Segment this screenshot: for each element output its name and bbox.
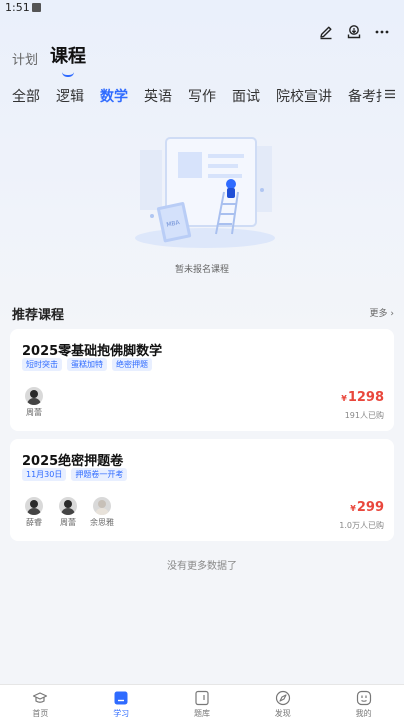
teacher: 周蕾 xyxy=(56,497,80,528)
subject-tab-all[interactable]: 全部 xyxy=(12,88,40,106)
course-tag: 押题卷一开考 xyxy=(71,468,128,481)
teacher-name: 周蕾 xyxy=(60,518,76,527)
avatar xyxy=(59,497,77,515)
discover-icon xyxy=(275,690,290,706)
subject-tab-interview[interactable]: 面试 xyxy=(232,88,260,106)
empty-state-text: 暂未报名课程 xyxy=(174,265,229,275)
currency-symbol: ¥ xyxy=(350,504,356,513)
nav-question-bank[interactable]: 题库 xyxy=(162,685,243,720)
tab-plan[interactable]: 计划 xyxy=(12,49,38,68)
more-link[interactable]: 更多 › xyxy=(370,306,394,319)
empty-state-illustration: MBA xyxy=(135,137,275,248)
subject-tabs: 全部逻辑数学英语写作面试院校宣讲备考指导 xyxy=(0,86,404,108)
course-tags: 11月30日 押题卷一开考 xyxy=(22,468,128,481)
subject-tab-english[interactable]: 英语 xyxy=(144,88,172,106)
avatar xyxy=(25,497,43,515)
more-icon[interactable] xyxy=(374,24,390,40)
course-title: 2025绝密押题卷 xyxy=(22,454,124,469)
course-price: ¥299 xyxy=(350,500,384,515)
graduation-cap-icon xyxy=(33,692,48,703)
nav-label: 首页 xyxy=(32,709,49,718)
recommended-header: 推荐课程 更多 › xyxy=(12,304,394,323)
course-tag: 短时突击 xyxy=(22,358,62,371)
nav-home[interactable]: 首页 xyxy=(0,685,81,720)
nav-label: 学习 xyxy=(113,709,130,718)
teacher: 余思雅 xyxy=(90,497,114,528)
teacher-name: 薛睿 xyxy=(26,518,42,527)
nav-discover[interactable]: 发现 xyxy=(242,685,323,720)
currency-symbol: ¥ xyxy=(341,394,347,403)
profile-icon xyxy=(356,690,371,706)
teacher-name: 余思雅 xyxy=(90,518,114,527)
buyer-count: 1.0万人已购 xyxy=(339,521,384,530)
notification-icon xyxy=(32,3,41,12)
course-card[interactable]: 2025零基础抱佛脚数学 短时突击 蛋糕加特 绝密押题 周蕾 ¥1298 191… xyxy=(10,329,394,431)
price-value: 1298 xyxy=(347,390,384,405)
course-tag: 绝密押题 xyxy=(112,358,152,371)
nav-label: 我的 xyxy=(355,709,372,718)
avatar xyxy=(93,497,111,515)
top-actions xyxy=(318,22,390,42)
section-title: 推荐课程 xyxy=(12,308,65,323)
buyer-count: 191人已购 xyxy=(344,411,384,420)
question-bank-icon xyxy=(195,690,209,706)
menu-icon[interactable] xyxy=(384,88,396,100)
subject-tab-logic[interactable]: 逻辑 xyxy=(56,88,84,106)
avatar xyxy=(25,387,43,405)
subject-tab-school-talks[interactable]: 院校宣讲 xyxy=(276,88,332,106)
no-more-data: 没有更多数据了 xyxy=(167,561,237,572)
course-tag: 蛋糕加特 xyxy=(67,358,107,371)
teacher-list: 薛睿 周蕾 余思雅 xyxy=(22,497,114,528)
teacher: 周蕾 xyxy=(22,387,46,418)
course-card[interactable]: 2025绝密押题卷 11月30日 押题卷一开考 薛睿 周蕾 余思雅 ¥299 1… xyxy=(10,439,394,541)
tab-courses[interactable]: 课程 xyxy=(50,42,87,77)
teacher: 薛睿 xyxy=(22,497,46,528)
course-tags: 短时突击 蛋糕加特 绝密押题 xyxy=(22,358,152,371)
course-tag: 11月30日 xyxy=(22,468,67,481)
price-value: 299 xyxy=(356,500,384,515)
nav-label: 发现 xyxy=(274,709,291,718)
nav-label: 题库 xyxy=(193,709,210,718)
edit-icon[interactable] xyxy=(318,24,334,40)
subject-tab-writing[interactable]: 写作 xyxy=(188,88,216,106)
study-icon xyxy=(114,691,128,705)
status-bar: 1:51 xyxy=(0,0,404,16)
teacher-name: 周蕾 xyxy=(26,408,42,417)
status-time: 1:51 xyxy=(5,1,30,14)
download-icon[interactable] xyxy=(346,24,362,40)
header-tabs: 计划 课程 xyxy=(12,42,87,77)
active-tab-indicator xyxy=(62,72,75,77)
nav-study[interactable]: 学习 xyxy=(81,685,162,720)
subject-tab-exam-guide[interactable]: 备考指导 xyxy=(348,88,382,106)
nav-profile[interactable]: 我的 xyxy=(323,685,404,720)
teacher-list: 周蕾 xyxy=(22,387,46,418)
subject-tab-row: 全部逻辑数学英语写作面试院校宣讲备考指导 xyxy=(12,86,382,108)
tab-courses-label: 课程 xyxy=(50,46,87,67)
course-price: ¥1298 xyxy=(341,390,384,405)
subject-tab-math[interactable]: 数学 xyxy=(100,88,128,106)
course-title: 2025零基础抱佛脚数学 xyxy=(22,344,163,359)
bottom-nav: 首页 学习 题库 发现 我的 xyxy=(0,684,404,720)
